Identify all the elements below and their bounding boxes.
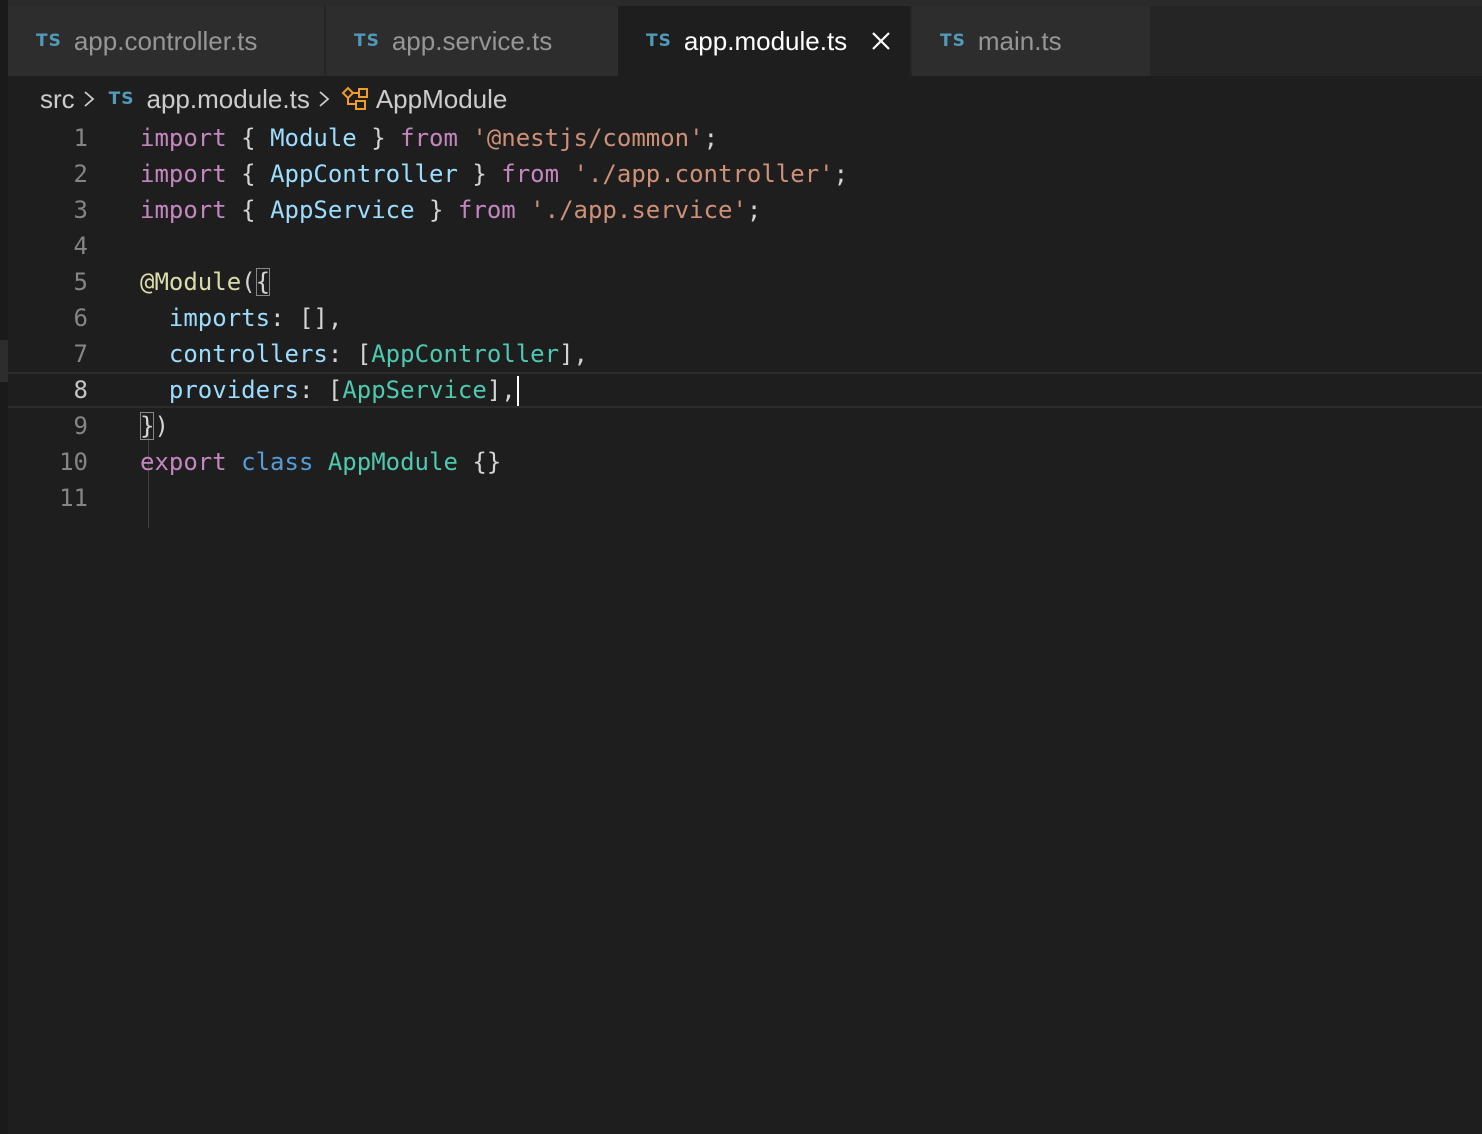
- line-content: controllers: [AppController],: [168, 340, 588, 368]
- line-number: 2: [73, 160, 88, 188]
- breadcrumb-symbol[interactable]: AppModule: [376, 84, 508, 115]
- line-content: imports: [],: [168, 304, 343, 332]
- code-editor[interactable]: 1 import { Module } from '@nestjs/common…: [8, 120, 1482, 1134]
- code-line[interactable]: 10 export class AppModule {}: [8, 444, 1482, 480]
- code-line[interactable]: 9 }): [8, 408, 1482, 444]
- code-line[interactable]: 5 @Module({: [8, 264, 1482, 300]
- line-number: 10: [59, 448, 88, 476]
- code-line[interactable]: 2 import { AppController } from './app.c…: [8, 156, 1482, 192]
- typescript-file-icon: TS: [108, 89, 135, 109]
- line-number: 11: [59, 484, 88, 512]
- line-content: export class AppModule {}: [140, 448, 502, 476]
- tab-label: main.ts: [977, 25, 1062, 56]
- line-content: import { AppService } from './app.servic…: [140, 196, 762, 224]
- close-icon[interactable]: [868, 28, 894, 54]
- code-line[interactable]: 1 import { Module } from '@nestjs/common…: [8, 120, 1482, 156]
- breadcrumb-folder[interactable]: src: [40, 84, 75, 115]
- code-line[interactable]: 11: [8, 480, 1482, 516]
- line-number: 1: [73, 124, 88, 152]
- code-line[interactable]: 7 controllers: [AppController],: [8, 336, 1482, 372]
- typescript-file-icon: TS: [646, 31, 672, 51]
- code-line[interactable]: 4: [8, 228, 1482, 264]
- line-number: 3: [73, 196, 88, 224]
- code-line[interactable]: 6 imports: [],: [8, 300, 1482, 336]
- tab-main[interactable]: TS main.ts: [912, 6, 1150, 76]
- code-line-current[interactable]: 8 providers: [AppService],: [8, 372, 1482, 408]
- line-number: 4: [73, 232, 88, 260]
- tab-app-controller[interactable]: TS app.controller.ts: [8, 6, 324, 76]
- scroll-marker: [0, 340, 8, 382]
- line-number: 6: [73, 304, 88, 332]
- typescript-file-icon: TS: [354, 31, 380, 51]
- tab-label: app.service.ts: [391, 25, 553, 56]
- line-number: 5: [73, 268, 88, 296]
- breadcrumb-file[interactable]: app.module.ts: [147, 84, 310, 115]
- line-content: @Module({: [140, 268, 271, 296]
- text-cursor: [516, 376, 519, 406]
- tab-label: app.controller.ts: [73, 25, 258, 56]
- breadcrumb: src TS app.module.ts AppModule: [40, 80, 507, 118]
- activity-edge: [0, 0, 8, 1134]
- chevron-right-icon: [84, 91, 95, 107]
- line-content: import { Module } from '@nestjs/common';: [140, 124, 719, 152]
- typescript-file-icon: TS: [36, 31, 62, 51]
- chevron-right-icon: [319, 91, 330, 107]
- tab-label: app.module.ts: [683, 25, 848, 56]
- editor-tab-bar: TS app.controller.ts TS app.service.ts T…: [8, 6, 1482, 76]
- line-content: providers: [AppService],: [140, 372, 519, 408]
- typescript-file-icon: TS: [940, 31, 966, 51]
- tab-app-module[interactable]: TS app.module.ts: [618, 6, 910, 76]
- code-line[interactable]: 3 import { AppService } from './app.serv…: [8, 192, 1482, 228]
- line-content: import { AppController } from './app.con…: [140, 160, 849, 188]
- line-number: 8: [73, 376, 88, 404]
- class-icon: [341, 86, 368, 110]
- line-number: 9: [73, 412, 88, 440]
- line-content: }): [140, 412, 169, 440]
- tab-app-service[interactable]: TS app.service.ts: [326, 6, 618, 76]
- line-number: 7: [73, 340, 88, 368]
